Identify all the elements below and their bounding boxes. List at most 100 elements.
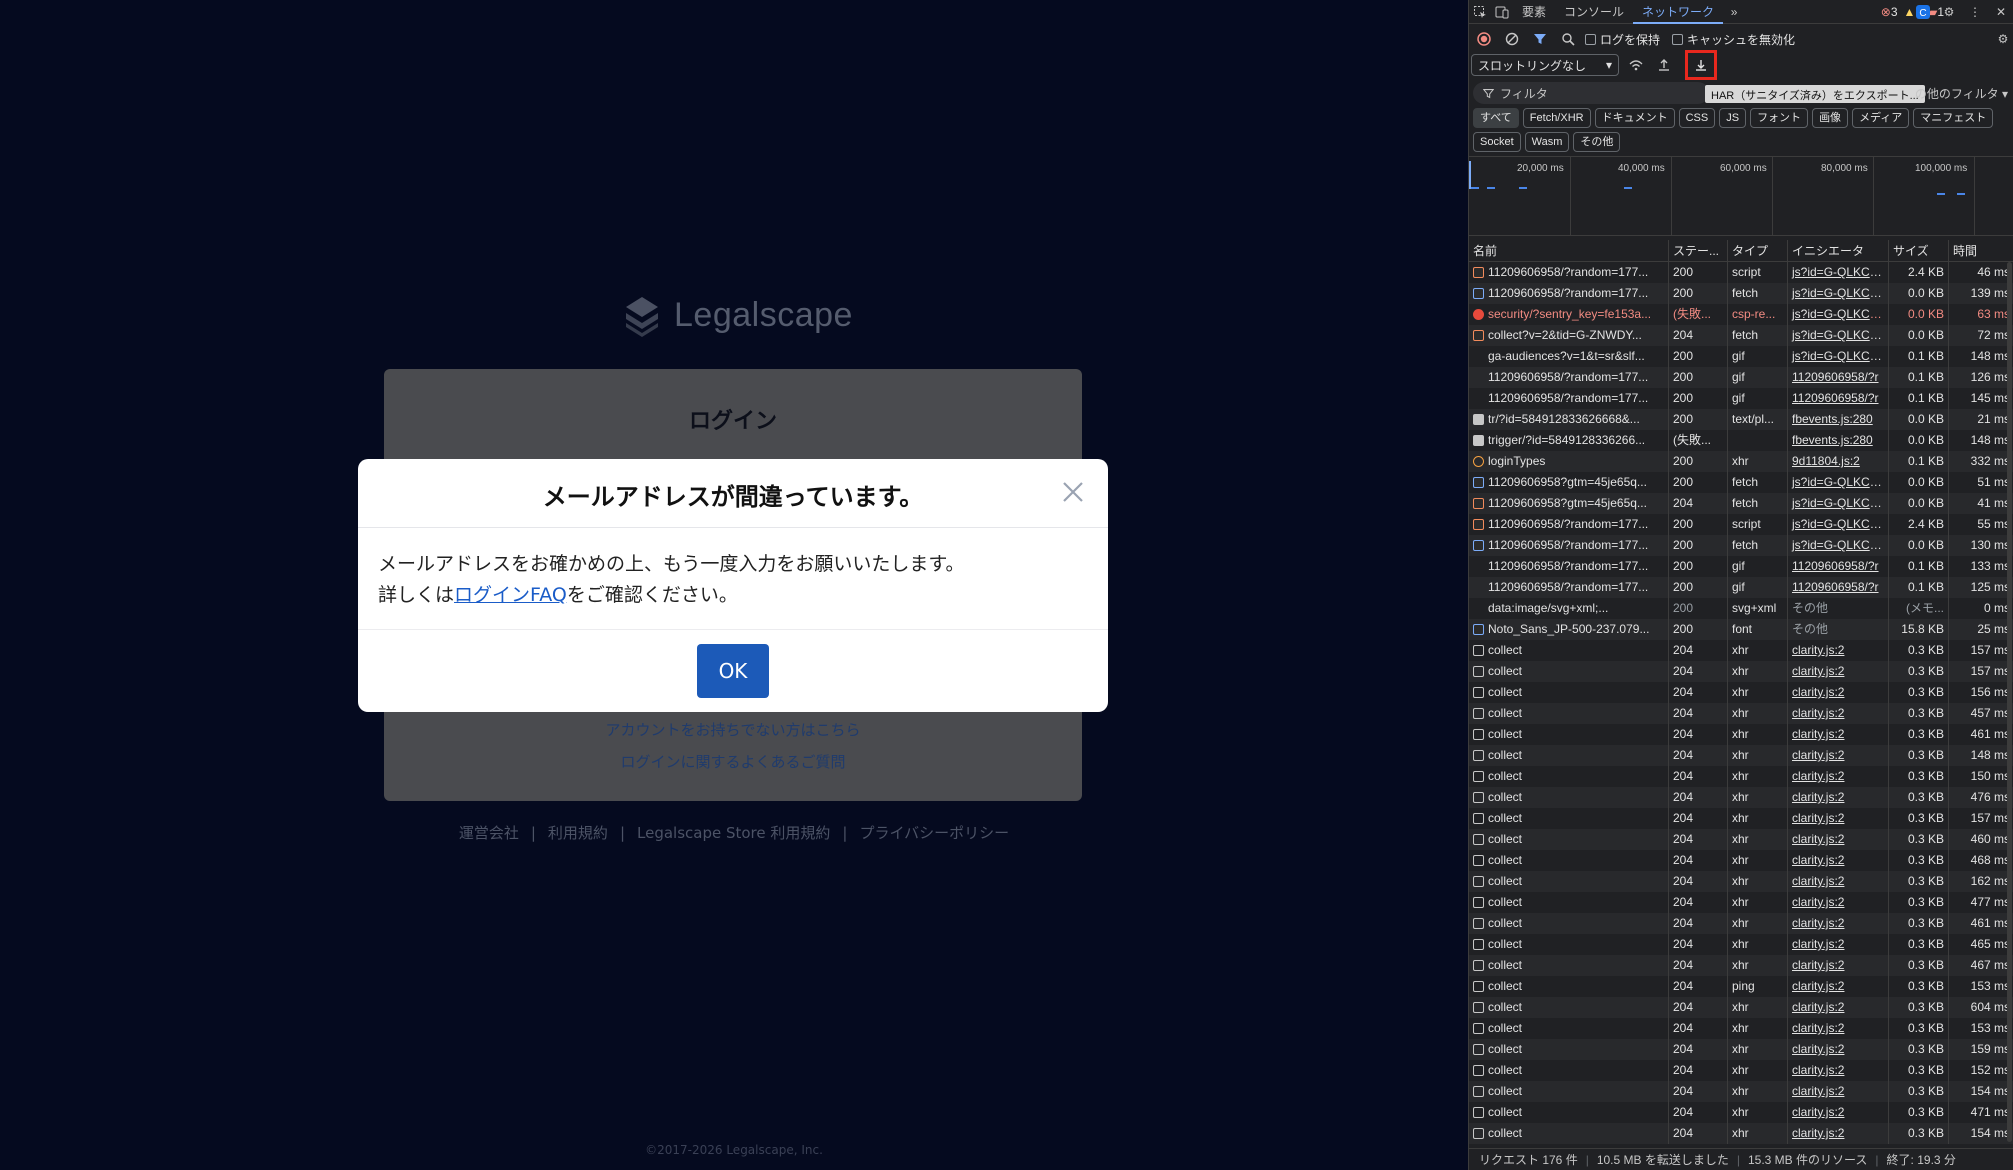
network-settings-gear-icon[interactable]: ⚙ <box>1992 27 2013 51</box>
more-filters-dropdown[interactable]: の他のフィルタ ▾ <box>1915 85 2008 102</box>
preserve-log-checkbox[interactable]: ログを保持 <box>1585 31 1660 48</box>
request-initiator[interactable]: clarity.js:2 <box>1788 934 1889 955</box>
table-row[interactable]: collect 204 xhr clarity.js:2 0.3 KB 460 ms <box>1469 829 2013 850</box>
request-initiator[interactable]: clarity.js:2 <box>1788 703 1889 724</box>
signup-link[interactable]: アカウントをお持ちでない方はこちら <box>384 719 1082 740</box>
request-initiator[interactable]: clarity.js:2 <box>1788 913 1889 934</box>
login-faq-inline-link[interactable]: ログインFAQ <box>454 584 567 606</box>
table-row[interactable]: ga-audiences?v=1&t=sr&slf... 200 gif js?id=… <box>1469 346 2013 367</box>
table-row[interactable]: collect 204 xhr clarity.js:2 0.3 KB 154 ms <box>1469 1123 2013 1144</box>
type-filter-wasm[interactable]: Wasm <box>1524 132 1570 152</box>
request-initiator[interactable]: js?id=G-QLKCPG <box>1788 346 1889 367</box>
column-header-type[interactable]: タイプ <box>1728 240 1788 261</box>
table-row[interactable]: collect 204 xhr clarity.js:2 0.3 KB 148 ms <box>1469 745 2013 766</box>
request-initiator[interactable]: clarity.js:2 <box>1788 892 1889 913</box>
request-initiator[interactable]: 11209606958/?r <box>1788 577 1889 598</box>
table-row[interactable]: collect 204 xhr clarity.js:2 0.3 KB 477 ms <box>1469 892 2013 913</box>
request-initiator[interactable]: clarity.js:2 <box>1788 640 1889 661</box>
table-row[interactable]: collect 204 xhr clarity.js:2 0.3 KB 461 ms <box>1469 913 2013 934</box>
filter-toggle-icon[interactable] <box>1529 27 1551 51</box>
table-row[interactable]: 11209606958?gtm=45je65q... 200 fetch js?id=… <box>1469 472 2013 493</box>
column-header-time[interactable]: 時間 <box>1949 240 2013 261</box>
type-filter-document[interactable]: ドキュメント <box>1594 108 1675 128</box>
request-initiator[interactable]: js?id=G-QLKCPG <box>1788 283 1889 304</box>
table-row[interactable]: collect 204 xhr clarity.js:2 0.3 KB 471 ms <box>1469 1102 2013 1123</box>
request-initiator[interactable]: 11209606958/?r <box>1788 556 1889 577</box>
table-row[interactable]: collect 204 xhr clarity.js:2 0.3 KB 157 ms <box>1469 808 2013 829</box>
table-row[interactable]: collect 204 xhr clarity.js:2 0.3 KB 159 ms <box>1469 1039 2013 1060</box>
request-initiator[interactable]: fbevents.js:280 <box>1788 430 1889 451</box>
request-initiator[interactable]: clarity.js:2 <box>1788 829 1889 850</box>
table-row[interactable]: collect 204 xhr clarity.js:2 0.3 KB 465 ms <box>1469 934 2013 955</box>
column-header-size[interactable]: サイズ <box>1889 240 1949 261</box>
table-row[interactable]: collect 204 xhr clarity.js:2 0.3 KB 152 ms <box>1469 1060 2013 1081</box>
table-row[interactable]: collect 204 xhr clarity.js:2 0.3 KB 604 ms <box>1469 997 2013 1018</box>
type-filter-other[interactable]: その他 <box>1573 132 1621 152</box>
request-initiator[interactable]: clarity.js:2 <box>1788 1039 1889 1060</box>
table-row[interactable]: 11209606958/?random=177... 200 fetch js?id=… <box>1469 535 2013 556</box>
inspect-element-icon[interactable] <box>1469 0 1491 24</box>
table-row[interactable]: 11209606958/?random=177... 200 script js?id… <box>1469 262 2013 283</box>
request-initiator[interactable]: js?id=G-QLKCPG <box>1788 325 1889 346</box>
request-initiator[interactable]: 11209606958/?r <box>1788 388 1889 409</box>
extension-icon[interactable]: C <box>1912 0 1934 24</box>
tab-console[interactable]: コンソール <box>1555 0 1633 24</box>
request-initiator[interactable]: clarity.js:2 <box>1788 808 1889 829</box>
table-row[interactable]: collect?v=2&tid=G-ZNWDY... 204 fetch js?id=… <box>1469 325 2013 346</box>
table-row[interactable]: collect 204 xhr clarity.js:2 0.3 KB 153 ms <box>1469 1018 2013 1039</box>
network-conditions-icon[interactable] <box>1625 53 1647 77</box>
search-icon[interactable] <box>1557 27 1579 51</box>
filter-input[interactable]: フィルタ <box>1473 82 1709 104</box>
request-initiator[interactable]: clarity.js:2 <box>1788 955 1889 976</box>
request-initiator[interactable]: clarity.js:2 <box>1788 976 1889 997</box>
more-options-icon[interactable]: ⋮ <box>1964 0 1986 24</box>
request-initiator[interactable]: js?id=G-QLKCPG <box>1788 472 1889 493</box>
error-counter[interactable]: ⊗3 <box>1881 5 1898 19</box>
footer-link-terms[interactable]: 利用規約 <box>548 824 608 842</box>
table-row[interactable]: tr/?id=584912833626668&... 200 text/pl... f… <box>1469 409 2013 430</box>
table-row[interactable]: trigger/?id=5849128336266... (失敗... fbeven… <box>1469 430 2013 451</box>
request-initiator[interactable]: clarity.js:2 <box>1788 997 1889 1018</box>
throttling-select[interactable]: スロットリングなし ▾ <box>1471 54 1619 76</box>
type-filter-fetch-xhr[interactable]: Fetch/XHR <box>1522 108 1591 128</box>
table-row[interactable]: collect 204 xhr clarity.js:2 0.3 KB 476 ms <box>1469 787 2013 808</box>
table-row[interactable]: collect 204 xhr clarity.js:2 0.3 KB 457 ms <box>1469 703 2013 724</box>
request-initiator[interactable]: fbevents.js:280 <box>1788 409 1889 430</box>
export-har-button[interactable] <box>1685 50 1717 80</box>
column-header-status[interactable]: ステー... <box>1669 240 1728 261</box>
request-initiator[interactable]: clarity.js:2 <box>1788 682 1889 703</box>
request-initiator[interactable]: js?id=G-QLKCPG <box>1788 304 1889 325</box>
settings-gear-icon[interactable]: ⚙ <box>1938 0 1960 24</box>
table-row[interactable]: security/?sentry_key=fe153a... (失敗... csp-… <box>1469 304 2013 325</box>
request-initiator[interactable]: clarity.js:2 <box>1788 661 1889 682</box>
footer-link-privacy[interactable]: プライバシーポリシー <box>859 824 1009 842</box>
table-row[interactable]: collect 204 xhr clarity.js:2 0.3 KB 150 ms <box>1469 766 2013 787</box>
request-initiator[interactable]: clarity.js:2 <box>1788 787 1889 808</box>
type-filter-js[interactable]: JS <box>1719 108 1747 128</box>
request-initiator[interactable]: js?id=G-QLKCPG <box>1788 514 1889 535</box>
table-row[interactable]: 11209606958/?random=177... 200 fetch js?id=… <box>1469 283 2013 304</box>
type-filter-media[interactable]: メディア <box>1852 108 1910 128</box>
table-row[interactable]: 11209606958/?random=177... 200 gif 11209606… <box>1469 367 2013 388</box>
table-row[interactable]: 11209606958/?random=177... 200 gif 11209606… <box>1469 556 2013 577</box>
request-initiator[interactable]: clarity.js:2 <box>1788 1081 1889 1102</box>
type-filter-image[interactable]: 画像 <box>1812 108 1849 128</box>
type-filter-socket[interactable]: Socket <box>1473 132 1521 152</box>
request-initiator[interactable]: clarity.js:2 <box>1788 1102 1889 1123</box>
request-initiator[interactable]: clarity.js:2 <box>1788 766 1889 787</box>
table-row[interactable]: collect 204 xhr clarity.js:2 0.3 KB 156 ms <box>1469 682 2013 703</box>
table-scrollbar[interactable] <box>2007 262 2012 1142</box>
import-har-icon[interactable] <box>1653 53 1675 77</box>
login-faq-link[interactable]: ログインに関するよくあるご質問 <box>384 751 1082 772</box>
request-initiator[interactable]: clarity.js:2 <box>1788 745 1889 766</box>
table-row[interactable]: collect 204 ping clarity.js:2 0.3 KB 153 ms <box>1469 976 2013 997</box>
column-header-name[interactable]: 名前 <box>1469 240 1669 261</box>
table-row[interactable]: collect 204 xhr clarity.js:2 0.3 KB 461 ms <box>1469 724 2013 745</box>
type-filter-font[interactable]: フォント <box>1750 108 1809 128</box>
request-initiator[interactable]: clarity.js:2 <box>1788 871 1889 892</box>
request-initiator[interactable]: clarity.js:2 <box>1788 1018 1889 1039</box>
type-filter-css[interactable]: CSS <box>1678 108 1716 128</box>
request-initiator[interactable]: 11209606958/?r <box>1788 367 1889 388</box>
table-row[interactable]: 11209606958/?random=177... 200 script js?id… <box>1469 514 2013 535</box>
request-initiator[interactable]: clarity.js:2 <box>1788 850 1889 871</box>
